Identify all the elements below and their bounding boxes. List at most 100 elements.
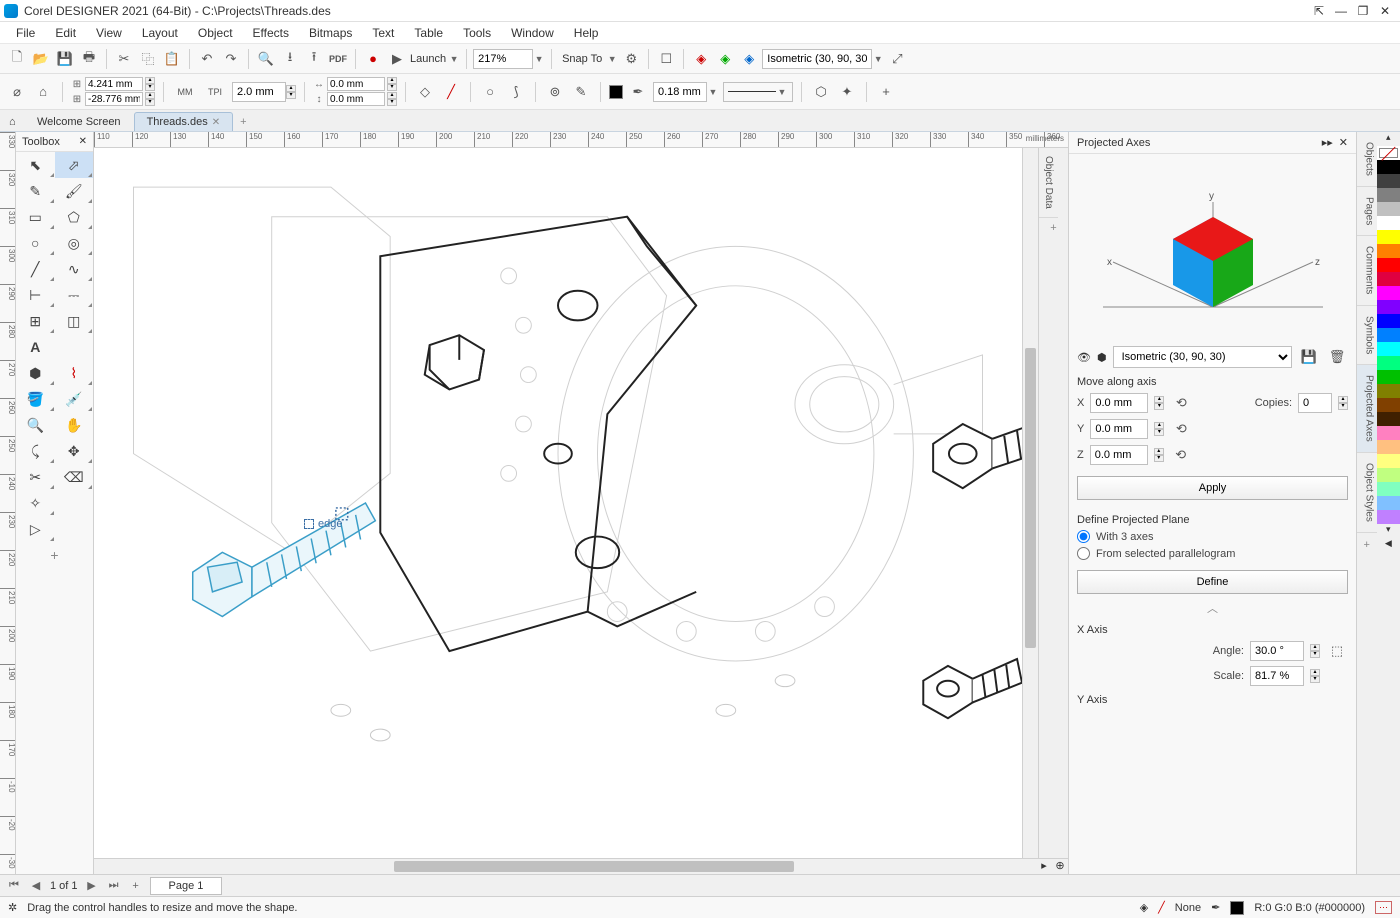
- menu-bitmaps[interactable]: Bitmaps: [299, 24, 362, 42]
- color-swatch[interactable]: [1377, 188, 1400, 202]
- add-page-icon[interactable]: +: [128, 880, 144, 892]
- shape-tool[interactable]: ⬀: [55, 152, 94, 178]
- line-style[interactable]: ▼: [723, 82, 793, 102]
- menu-file[interactable]: File: [6, 24, 45, 42]
- line-tool[interactable]: ╱: [16, 256, 55, 282]
- effects-tool[interactable]: ✧: [16, 490, 55, 516]
- add-vtab-icon[interactable]: +: [1357, 533, 1377, 557]
- welcome-tab[interactable]: Welcome Screen: [24, 112, 134, 131]
- zoom-dropdown[interactable]: ▼: [473, 49, 545, 69]
- vtab-comments[interactable]: Comments: [1357, 236, 1377, 305]
- thread-tool[interactable]: ⌇: [55, 360, 94, 386]
- collapse-panel-icon[interactable]: ▸▸: [1322, 136, 1333, 149]
- wrap-icon[interactable]: ⬡: [810, 81, 832, 103]
- color-swatch[interactable]: [1377, 412, 1400, 426]
- maximize-button[interactable]: ❐: [1352, 2, 1374, 20]
- unit-mm[interactable]: MM: [172, 81, 198, 103]
- add-tool[interactable]: +: [16, 542, 93, 568]
- 3d-tool[interactable]: ⬢: [16, 360, 55, 386]
- transform-tool[interactable]: ✥: [55, 438, 94, 464]
- isometric-cube-viewer[interactable]: x z y: [1077, 162, 1348, 342]
- color-swatch[interactable]: [1377, 258, 1400, 272]
- launch-dropdown[interactable]: ▶ Launch ▼: [386, 48, 460, 70]
- redo-icon[interactable]: ↷: [220, 48, 242, 70]
- color-swatch[interactable]: [1377, 174, 1400, 188]
- callout-tool[interactable]: ◫: [55, 308, 94, 334]
- outline-tool[interactable]: ▷: [16, 516, 55, 542]
- move-z-input[interactable]: [1090, 445, 1148, 465]
- zoom-page-icon[interactable]: ⊕: [1052, 859, 1068, 874]
- record-icon[interactable]: ●: [362, 48, 384, 70]
- thread-pitch-input[interactable]: [232, 82, 286, 102]
- page-first-icon[interactable]: ⏮: [6, 879, 22, 892]
- pan-tool[interactable]: ✋: [55, 412, 94, 438]
- color-swatch[interactable]: [1377, 384, 1400, 398]
- import-icon[interactable]: ⭳: [279, 48, 301, 70]
- color-swatch[interactable]: [1377, 482, 1400, 496]
- y-pos-input[interactable]: [85, 92, 143, 106]
- vtab-symbols[interactable]: Symbols: [1357, 306, 1377, 365]
- eraser-tool[interactable]: ⌫: [55, 464, 94, 490]
- palette-down-icon[interactable]: ▾: [1377, 524, 1400, 538]
- no-fill-icon[interactable]: ╱: [440, 81, 462, 103]
- axes-icon[interactable]: ⤢: [886, 48, 908, 70]
- file-tab[interactable]: Threads.des✕: [134, 112, 234, 131]
- angle-input[interactable]: [1250, 641, 1304, 661]
- page-next-icon[interactable]: ▶: [84, 879, 100, 892]
- palette-flyout-icon[interactable]: ◀: [1377, 538, 1400, 552]
- project-icon[interactable]: ✦: [836, 81, 858, 103]
- page-tab[interactable]: Page 1: [150, 877, 223, 895]
- page-prev-icon[interactable]: ◀: [28, 879, 44, 892]
- radio-3axes[interactable]: [1077, 530, 1090, 543]
- scrollbar-vertical[interactable]: [1022, 148, 1038, 858]
- copy-icon[interactable]: ⿻: [137, 48, 159, 70]
- fill-icon[interactable]: ◇: [414, 81, 436, 103]
- circle-tool[interactable]: ◎: [55, 230, 94, 256]
- menu-view[interactable]: View: [86, 24, 132, 42]
- menu-edit[interactable]: Edit: [45, 24, 86, 42]
- paste-icon[interactable]: 📋: [161, 48, 183, 70]
- ruler-vertical[interactable]: 3303203103002902802702602502402302202102…: [0, 132, 16, 874]
- freehand-tool[interactable]: ✎: [16, 178, 55, 204]
- vtab-object-styles[interactable]: Object Styles: [1357, 453, 1377, 533]
- menu-tools[interactable]: Tools: [453, 24, 501, 42]
- pdf-icon[interactable]: PDF: [327, 48, 349, 70]
- new-tab-button[interactable]: +: [233, 112, 253, 131]
- move-x-input[interactable]: [1090, 393, 1148, 413]
- fill-tool[interactable]: 🪣: [16, 386, 55, 412]
- cut-icon[interactable]: ✂: [113, 48, 135, 70]
- halo-icon[interactable]: ⊚: [544, 81, 566, 103]
- zoom-tool[interactable]: 🔍: [16, 412, 55, 438]
- node-tool[interactable]: ⤹: [16, 438, 55, 464]
- color-swatch[interactable]: [1377, 272, 1400, 286]
- color-swatch[interactable]: [1377, 510, 1400, 524]
- radio-parallelogram[interactable]: [1077, 547, 1090, 560]
- minimize-button[interactable]: —: [1330, 2, 1352, 20]
- thread-pitch[interactable]: ▴▾: [232, 82, 296, 102]
- reset-z-icon[interactable]: ⟲: [1170, 444, 1192, 466]
- table-tool[interactable]: ⊞: [16, 308, 55, 334]
- crop-tool[interactable]: ✂: [16, 464, 55, 490]
- callout-icon[interactable]: ✎: [570, 81, 592, 103]
- color-swatch[interactable]: [1377, 496, 1400, 510]
- polygon-tool[interactable]: ⬠: [55, 204, 94, 230]
- open-icon[interactable]: 📂: [30, 48, 52, 70]
- palette-up-icon[interactable]: ▴: [1377, 132, 1400, 146]
- preset-dropdown[interactable]: Isometric (30, 90, 30): [1113, 346, 1292, 368]
- width-input[interactable]: [327, 77, 385, 91]
- fill-status-icon[interactable]: ◈: [1140, 901, 1148, 914]
- artistic-tool[interactable]: 🖌: [55, 178, 94, 204]
- menu-text[interactable]: Text: [362, 24, 404, 42]
- define-button[interactable]: Define: [1077, 570, 1348, 594]
- print-icon[interactable]: 🖶: [78, 48, 100, 70]
- color-swatch[interactable]: [1377, 202, 1400, 216]
- plane-right-icon[interactable]: ◈: [738, 48, 760, 70]
- search-icon[interactable]: 🔍: [255, 48, 277, 70]
- options-icon[interactable]: ⚙: [620, 48, 642, 70]
- color-swatch[interactable]: [1377, 468, 1400, 482]
- canvas[interactable]: edge: [94, 148, 1022, 858]
- color-swatch[interactable]: [1377, 160, 1400, 174]
- add-preset-icon[interactable]: +: [875, 81, 897, 103]
- vtab-projected-axes[interactable]: Projected Axes: [1357, 365, 1377, 453]
- color-swatch[interactable]: [1377, 300, 1400, 314]
